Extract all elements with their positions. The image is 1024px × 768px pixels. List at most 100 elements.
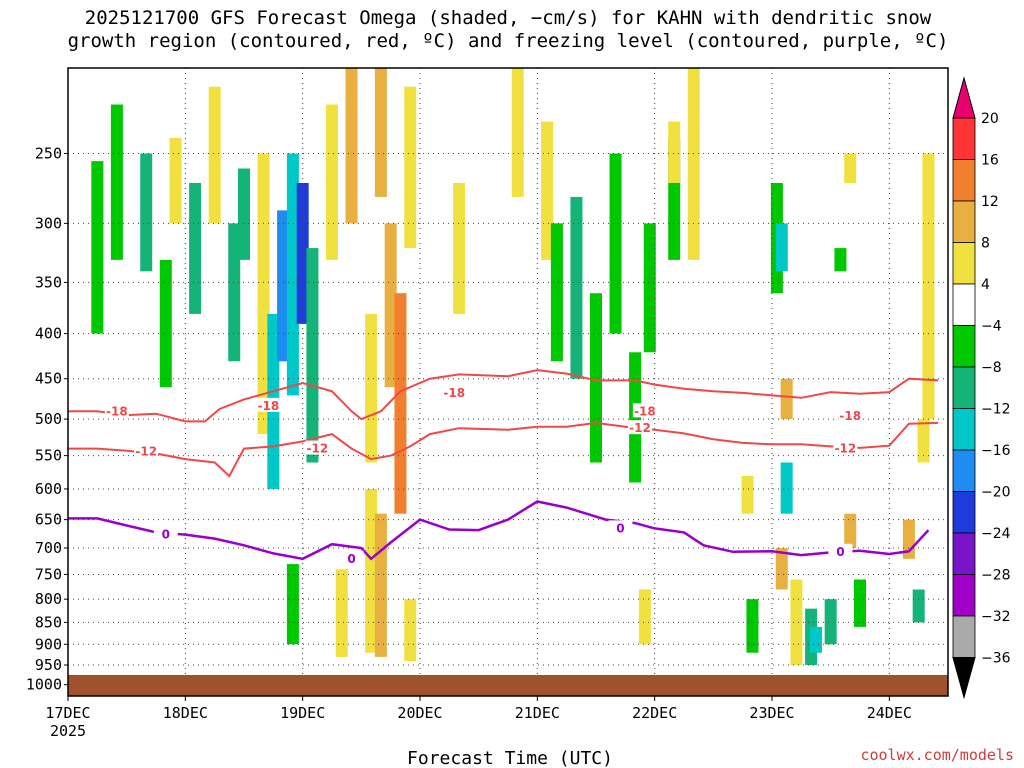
colorbar-label-5: −4 xyxy=(981,319,1002,335)
credit-text[interactable]: coolwx.com/models xyxy=(860,746,1014,764)
omega-cell-33 xyxy=(609,153,622,334)
y-tick-label-800: 800 xyxy=(35,590,62,608)
x-tick-label-24DEC: 24DEC xyxy=(867,704,912,722)
colorbar-label-4: 4 xyxy=(981,277,990,293)
colorbar-seg-9 xyxy=(952,449,976,492)
omega-cell-25 xyxy=(335,569,348,657)
omega-cell-42 xyxy=(775,223,788,272)
y-tick-label-900: 900 xyxy=(35,635,62,653)
x-tick-label-21DEC: 21DEC xyxy=(515,704,560,722)
ground-fill xyxy=(68,674,948,696)
y-tick-label-950: 950 xyxy=(35,656,62,674)
omega-cell-20 xyxy=(394,293,407,514)
chart-title-line1: 2025121700 GFS Forecast Omega (shaded, −… xyxy=(85,7,932,29)
colorbar-seg-8 xyxy=(952,408,976,451)
plot-background xyxy=(68,68,948,696)
omega-cell-3 xyxy=(159,259,172,388)
pressure-axis-ticks: 250 300 350 400 450 500 550 600 650 700 750 800 850 9… xyxy=(26,144,68,694)
omega-cell-2 xyxy=(140,153,153,272)
contour--18-label-1: -18 xyxy=(258,399,280,413)
colorbar-label-2: 12 xyxy=(981,194,999,210)
colorbar-label-0: 20 xyxy=(981,111,999,127)
omega-cell-57 xyxy=(834,248,847,272)
contour--18-label-3: -18 xyxy=(634,404,656,418)
omega-cell-48 xyxy=(810,626,822,653)
plot-area: -18 -18 -18 -18 -18 -12 -12 -12 -12 0 0 0 0 xyxy=(67,67,949,697)
x-tick-label-20DEC: 20DEC xyxy=(397,704,442,722)
colorbar-seg-3 xyxy=(952,200,976,243)
omega-cell-31 xyxy=(570,196,583,379)
year-label: 2025 xyxy=(50,722,86,740)
y-tick-label-350: 350 xyxy=(35,273,62,291)
y-tick-label-650: 650 xyxy=(35,511,62,529)
y-tick-label-1000: 1000 xyxy=(26,676,62,694)
omega-cell-18 xyxy=(374,68,387,197)
y-tick-label-450: 450 xyxy=(35,370,62,388)
omega-cell-27 xyxy=(453,182,466,314)
omega-cell-46 xyxy=(790,579,803,666)
omega-cell-0 xyxy=(91,161,104,334)
omega-cell-26 xyxy=(404,599,417,661)
y-tick-label-250: 250 xyxy=(35,144,62,162)
omega-cell-37 xyxy=(687,68,700,260)
y-tick-label-550: 550 xyxy=(35,447,62,465)
omega-cell-56 xyxy=(912,589,925,623)
x-axis-label: Forecast Time (UTC) xyxy=(407,748,613,768)
chart-title-line2: growth region (contoured, red, ºC) and f… xyxy=(68,30,949,52)
contour--12-label-0: -12 xyxy=(135,444,157,458)
x-tick-label-17DEC: 17DEC xyxy=(45,704,90,722)
omega-cell-43 xyxy=(780,378,793,420)
omega-cell-32 xyxy=(590,293,602,463)
colorbar-label-11: −28 xyxy=(981,568,1011,584)
colorbar-top-arrow xyxy=(952,76,976,119)
omega-cell-40 xyxy=(741,475,754,514)
y-tick-label-400: 400 xyxy=(35,325,62,343)
colorbar-label-1: 16 xyxy=(981,153,999,169)
colorbar-seg-2 xyxy=(952,159,976,202)
colorbar-label-7: −12 xyxy=(981,402,1011,418)
colorbar-seg-6 xyxy=(952,325,976,368)
colorbar-seg-10 xyxy=(952,491,976,534)
omega-cell-44 xyxy=(780,462,793,514)
omega-cell-16 xyxy=(345,68,358,224)
x-tick-label-18DEC: 18DEC xyxy=(163,704,208,722)
contour--18-label-2: -18 xyxy=(443,386,465,400)
omega-cell-6 xyxy=(208,86,221,224)
omega-cell-35 xyxy=(643,223,656,353)
contour--18-label-4: -18 xyxy=(839,409,861,423)
contour-0-label-2: 0 xyxy=(616,521,624,535)
colorbar-seg-13 xyxy=(952,615,976,658)
omega-cell-23 xyxy=(374,513,387,657)
omega-cell-38 xyxy=(668,121,681,183)
y-tick-label-700: 700 xyxy=(35,539,62,557)
contour--12-label-1: -12 xyxy=(306,442,328,456)
colorbar-seg-1 xyxy=(952,117,976,160)
omega-time-height-chart: 2025121700 GFS Forecast Omega (shaded, −… xyxy=(26,7,1014,768)
y-tick-label-600: 600 xyxy=(35,480,62,498)
omega-cell-50 xyxy=(844,513,857,549)
contour--18-label-0: -18 xyxy=(106,404,128,418)
colorbar-seg-7 xyxy=(952,366,976,409)
contour-0-label-0: 0 xyxy=(162,528,170,542)
contour-0-label-1: 0 xyxy=(347,552,355,566)
colorbar-label-8: −16 xyxy=(981,443,1011,459)
contour--12-label-2: -12 xyxy=(629,421,651,435)
colorbar-seg-4 xyxy=(952,242,976,285)
omega-cell-28 xyxy=(511,68,524,197)
omega-cell-14 xyxy=(306,248,319,463)
omega-cell-5 xyxy=(189,182,202,314)
omega-cell-15 xyxy=(326,104,338,260)
omega-cell-17 xyxy=(365,313,378,463)
colorbar-label-13: −36 xyxy=(981,651,1011,667)
colorbar-label-10: −24 xyxy=(981,526,1011,542)
colorbar-label-6: −8 xyxy=(981,360,1002,376)
x-tick-label-23DEC: 23DEC xyxy=(749,704,794,722)
omega-cell-51 xyxy=(854,579,866,627)
y-tick-label-750: 750 xyxy=(35,565,62,583)
omega-cell-30 xyxy=(550,223,563,362)
omega-cell-4 xyxy=(169,137,182,224)
colorbar-label-9: −20 xyxy=(981,485,1011,501)
y-tick-label-300: 300 xyxy=(35,214,62,232)
omega-cell-21 xyxy=(404,86,417,249)
colorbar-label-3: 8 xyxy=(981,236,990,252)
